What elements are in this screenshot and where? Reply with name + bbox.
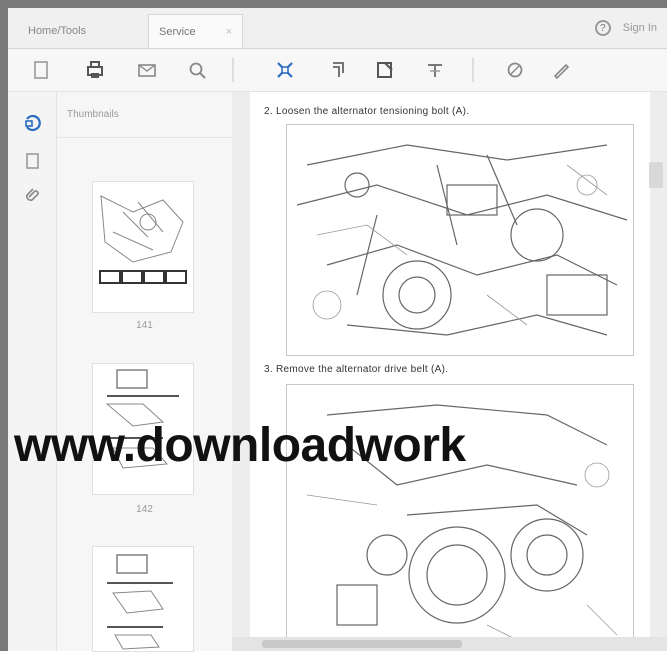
header-actions: ? Sign In bbox=[594, 20, 657, 36]
mail-icon[interactable] bbox=[134, 57, 160, 83]
document-page: 2. Loosen the alternator tensioning bolt… bbox=[250, 92, 650, 651]
watermark-text: www.downloadwork bbox=[14, 422, 466, 470]
thumbnail-panel-title: Thumbnails bbox=[67, 108, 119, 120]
comment-icon[interactable] bbox=[502, 57, 528, 83]
vertical-scrollbar[interactable] bbox=[649, 162, 663, 188]
step-2-text: 2. Loosen the alternator tensioning bolt… bbox=[264, 106, 470, 117]
tab-label: Service bbox=[159, 25, 196, 38]
horizontal-scroll-thumb[interactable] bbox=[262, 640, 462, 648]
attachment-icon[interactable] bbox=[22, 184, 44, 206]
zoom-fit-icon[interactable] bbox=[272, 57, 298, 83]
pen-icon[interactable] bbox=[548, 57, 574, 83]
tab-home-tools[interactable]: Home/Tools bbox=[18, 14, 138, 48]
thumbnail-page-number: 142 bbox=[136, 504, 153, 515]
thumbnail-panel-divider bbox=[57, 137, 232, 168]
tab-document[interactable]: Service × bbox=[148, 14, 243, 48]
print-icon[interactable] bbox=[82, 57, 108, 83]
page-thumbnail[interactable] bbox=[93, 182, 193, 312]
toolbar-divider bbox=[232, 58, 234, 82]
page-thumbnail-icon[interactable] bbox=[22, 150, 44, 172]
crop-icon[interactable] bbox=[372, 57, 398, 83]
close-icon[interactable]: × bbox=[226, 26, 232, 38]
thumbnail-page-number: 141 bbox=[136, 320, 153, 331]
thumbnail-panel-header: Thumbnails bbox=[57, 92, 232, 136]
sign-in-link[interactable]: Sign In bbox=[623, 22, 657, 34]
bookmark-icon[interactable] bbox=[22, 112, 44, 134]
tab-bar: Home/Tools Service × ? Sign In bbox=[8, 8, 667, 49]
horizontal-scrollbar[interactable] bbox=[232, 637, 667, 651]
page-icon[interactable] bbox=[28, 57, 54, 83]
window-frame-top bbox=[0, 0, 667, 8]
document-view: 2. Loosen the alternator tensioning bolt… bbox=[232, 92, 667, 651]
window-frame-left bbox=[0, 0, 8, 651]
help-icon[interactable]: ? bbox=[594, 20, 611, 36]
step-3-text: 3. Remove the alternator drive belt (A). bbox=[264, 364, 449, 375]
rotate-icon[interactable] bbox=[326, 57, 352, 83]
tab-label: Home/Tools bbox=[28, 25, 87, 37]
page-thumbnail[interactable] bbox=[93, 547, 193, 651]
navigation-rail bbox=[8, 92, 57, 651]
toolbar bbox=[8, 49, 667, 92]
search-icon[interactable] bbox=[184, 57, 210, 83]
highlight-icon[interactable] bbox=[422, 57, 448, 83]
toolbar-divider bbox=[472, 58, 474, 82]
engine-figure-1 bbox=[286, 124, 634, 356]
thumbnail-panel: Thumbnails 141 142 bbox=[57, 92, 232, 651]
